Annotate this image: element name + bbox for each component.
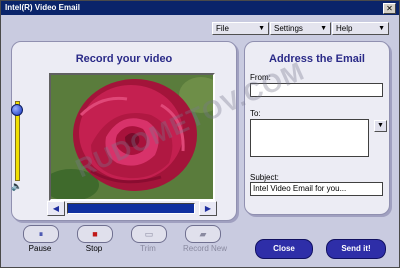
menu-file[interactable]: File ▼	[212, 22, 269, 35]
film-icon: ▭	[144, 229, 154, 239]
subject-label: Subject:	[250, 173, 279, 182]
title-bar[interactable]: Intel(R) Video Email ✕	[1, 1, 399, 15]
trim-label: Trim	[140, 244, 156, 253]
menu-file-label: File	[216, 24, 229, 33]
chevron-down-icon: ▼	[258, 25, 265, 32]
to-field[interactable]	[250, 119, 369, 157]
application-window: Intel(R) Video Email ✕ File ▼ Settings ▼…	[0, 0, 400, 268]
menu-settings-label: Settings	[274, 24, 303, 33]
window-close-icon[interactable]: ✕	[383, 3, 396, 14]
record-panel-title: Record your video	[75, 53, 173, 65]
volume-knob[interactable]	[11, 103, 23, 116]
pause-icon: ⏸	[38, 229, 44, 239]
menu-help[interactable]: Help ▼	[332, 22, 389, 35]
seek-bar[interactable]	[67, 203, 195, 214]
seek-back-button[interactable]: ◀	[47, 201, 65, 216]
stop-button[interactable]: ■	[77, 225, 113, 243]
menu-help-label: Help	[336, 24, 353, 33]
stop-icon: ■	[92, 229, 98, 239]
address-book-dropdown[interactable]: ▼	[374, 120, 387, 132]
address-panel-title: Address the Email	[269, 53, 365, 65]
record-new-label: Record New	[182, 244, 227, 253]
record-new-button[interactable]: ▰	[185, 225, 221, 243]
speaker-icon: 🔈	[11, 181, 23, 191]
menu-settings[interactable]: Settings ▼	[270, 22, 331, 35]
pause-button[interactable]: ⏸	[23, 225, 59, 243]
chevron-down-icon: ▼	[378, 25, 385, 32]
window-title: Intel(R) Video Email	[5, 3, 80, 12]
menu-bar: File ▼ Settings ▼ Help ▼	[1, 15, 399, 37]
chevron-down-icon: ▼	[377, 122, 384, 129]
subject-field[interactable]: Intel Video Email for you...	[250, 182, 383, 196]
camera-icon: ▰	[199, 229, 207, 239]
stop-label: Stop	[85, 244, 103, 253]
seek-forward-button[interactable]: ▶	[199, 201, 217, 216]
close-button[interactable]: Close	[255, 239, 313, 259]
trim-button[interactable]: ▭	[131, 225, 167, 243]
chevron-down-icon: ▼	[320, 25, 327, 32]
send-button[interactable]: Send it!	[326, 239, 386, 259]
to-label: To:	[250, 109, 261, 118]
pause-label: Pause	[28, 244, 52, 253]
